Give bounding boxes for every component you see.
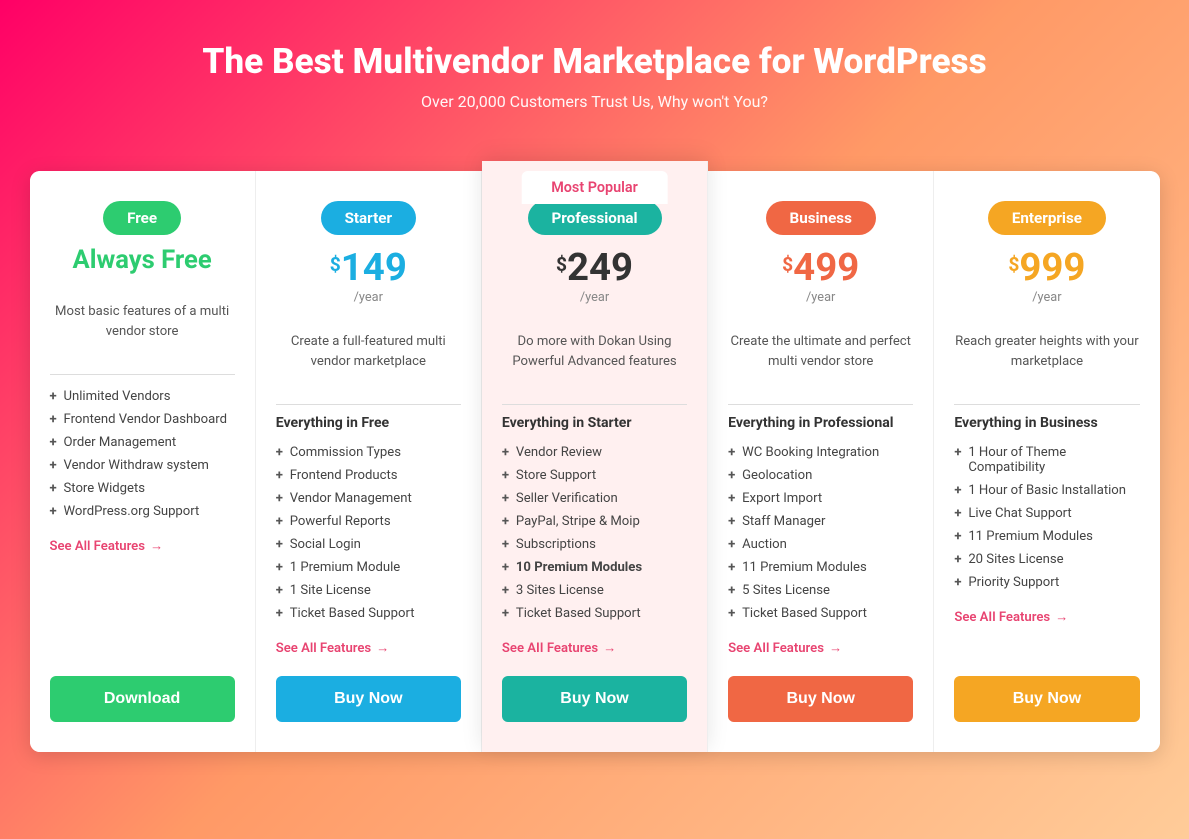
see-all-features-enterprise[interactable]: See AIl Features	[954, 609, 1139, 625]
feature-item: Staff Manager	[728, 510, 913, 533]
features-title-professional: Everything in Starter	[502, 415, 687, 431]
feature-item: Ticket Based Support	[502, 602, 687, 625]
feature-item: PayPal, Stripe & Moip	[502, 510, 687, 533]
feature-item: 3 Sites License	[502, 579, 687, 602]
feature-item: 1 Hour of Theme Compatibility	[954, 441, 1139, 479]
feature-item: Geolocation	[728, 464, 913, 487]
feature-item: Auction	[728, 533, 913, 556]
see-all-features-starter[interactable]: See All Features	[276, 640, 461, 656]
plan-price-enterprise: $999	[954, 245, 1139, 290]
feature-item: Social Login	[276, 533, 461, 556]
feature-item: Seller Verification	[502, 487, 687, 510]
plan-desc-business: Create the ultimate and perfect multi ve…	[728, 332, 913, 382]
plan-card-starter: Starter $149/year Create a full-featured…	[256, 171, 482, 752]
plan-price-professional: $249	[502, 245, 687, 290]
features-list-starter: Commission TypesFrontend ProductsVendor …	[276, 441, 461, 625]
feature-item: Frontend Vendor Dashboard	[50, 408, 235, 431]
plan-desc-professional: Do more with Dokan Using Powerful Advanc…	[502, 332, 687, 382]
feature-item: 5 Sites License	[728, 579, 913, 602]
plan-card-free: Free Always Free Most basic features of …	[30, 171, 256, 752]
plan-price-free: Always Free	[50, 245, 235, 275]
features-title-enterprise: Everything in Business	[954, 415, 1139, 431]
feature-item: WC Booking Integration	[728, 441, 913, 464]
feature-item: Live Chat Support	[954, 502, 1139, 525]
plan-desc-starter: Create a full-featured multi vendor mark…	[276, 332, 461, 382]
plan-header-enterprise: Enterprise $999/year	[954, 201, 1139, 305]
feature-item: 1 Premium Module	[276, 556, 461, 579]
plan-period-business: /year	[728, 290, 913, 305]
feature-item: Order Management	[50, 431, 235, 454]
feature-item: Subscriptions	[502, 533, 687, 556]
plan-header-professional: Professional $249/year	[502, 201, 687, 305]
feature-item: 20 Sites License	[954, 548, 1139, 571]
feature-item: Priority Support	[954, 571, 1139, 594]
plan-badge-professional: Professional	[528, 201, 662, 235]
feature-item: WordPress.org Support	[50, 500, 235, 523]
plan-period-enterprise: /year	[954, 290, 1139, 305]
feature-item: Unlimited Vendors	[50, 385, 235, 408]
features-list-enterprise: 1 Hour of Theme Compatibility1 Hour of B…	[954, 441, 1139, 594]
plan-badge-enterprise: Enterprise	[988, 201, 1106, 235]
features-title-starter: Everything in Free	[276, 415, 461, 431]
plan-period-professional: /year	[502, 290, 687, 305]
see-all-features-business[interactable]: See AIl Features	[728, 640, 913, 656]
cta-button-starter[interactable]: Buy Now	[276, 676, 461, 722]
plan-badge-starter: Starter	[321, 201, 416, 235]
feature-item: Frontend Products	[276, 464, 461, 487]
most-popular-badge: Most Popular	[521, 171, 668, 204]
feature-item: Ticket Based Support	[728, 602, 913, 625]
plan-header-starter: Starter $149/year	[276, 201, 461, 305]
plan-card-enterprise: Enterprise $999/year Reach greater heigh…	[934, 171, 1159, 752]
feature-item: Powerful Reports	[276, 510, 461, 533]
feature-item: 11 Premium Modules	[728, 556, 913, 579]
feature-item: Ticket Based Support	[276, 602, 461, 625]
cta-button-free[interactable]: Download	[50, 676, 235, 722]
plan-card-business: Business $499/year Create the ultimate a…	[708, 171, 934, 752]
plan-badge-business: Business	[766, 201, 876, 235]
features-list-professional: Vendor ReviewStore SupportSeller Verific…	[502, 441, 687, 625]
cta-button-business[interactable]: Buy Now	[728, 676, 913, 722]
feature-item: Store Support	[502, 464, 687, 487]
plan-badge-free: Free	[103, 201, 181, 235]
plan-card-professional: Professional $249/year Do more with Doka…	[482, 161, 708, 752]
features-title-business: Everything in Professional	[728, 415, 913, 431]
hero-title: The Best Multivendor Marketplace for Wor…	[20, 40, 1169, 82]
features-list-free: Unlimited VendorsFrontend Vendor Dashboa…	[50, 385, 235, 523]
plan-desc-enterprise: Reach greater heights with your marketpl…	[954, 332, 1139, 382]
feature-item: 1 Hour of Basic Installation	[954, 479, 1139, 502]
feature-item: 1 Site License	[276, 579, 461, 602]
plan-price-business: $499	[728, 245, 913, 290]
feature-item: Vendor Withdraw system	[50, 454, 235, 477]
feature-item: Commission Types	[276, 441, 461, 464]
feature-item: 10 Premium Modules	[502, 556, 687, 579]
plan-price-starter: $149	[276, 245, 461, 290]
features-list-business: WC Booking IntegrationGeolocationExport …	[728, 441, 913, 625]
cta-button-professional[interactable]: Buy Now	[502, 676, 687, 722]
plan-period-starter: /year	[276, 290, 461, 305]
plan-desc-free: Most basic features of a multi vendor st…	[50, 302, 235, 352]
feature-item: 11 Premium Modules	[954, 525, 1139, 548]
feature-item: Vendor Review	[502, 441, 687, 464]
hero-subtitle: Over 20,000 Customers Trust Us, Why won'…	[20, 92, 1169, 111]
feature-item: Store Widgets	[50, 477, 235, 500]
feature-item: Export Import	[728, 487, 913, 510]
see-all-features-professional[interactable]: See AII Features	[502, 640, 687, 656]
feature-item: Vendor Management	[276, 487, 461, 510]
plan-header-free: Free Always Free	[50, 201, 235, 275]
cta-button-enterprise[interactable]: Buy Now	[954, 676, 1139, 722]
see-all-features-free[interactable]: See All Features	[50, 538, 235, 554]
pricing-cards: Free Always Free Most basic features of …	[30, 171, 1160, 752]
plan-header-business: Business $499/year	[728, 201, 913, 305]
